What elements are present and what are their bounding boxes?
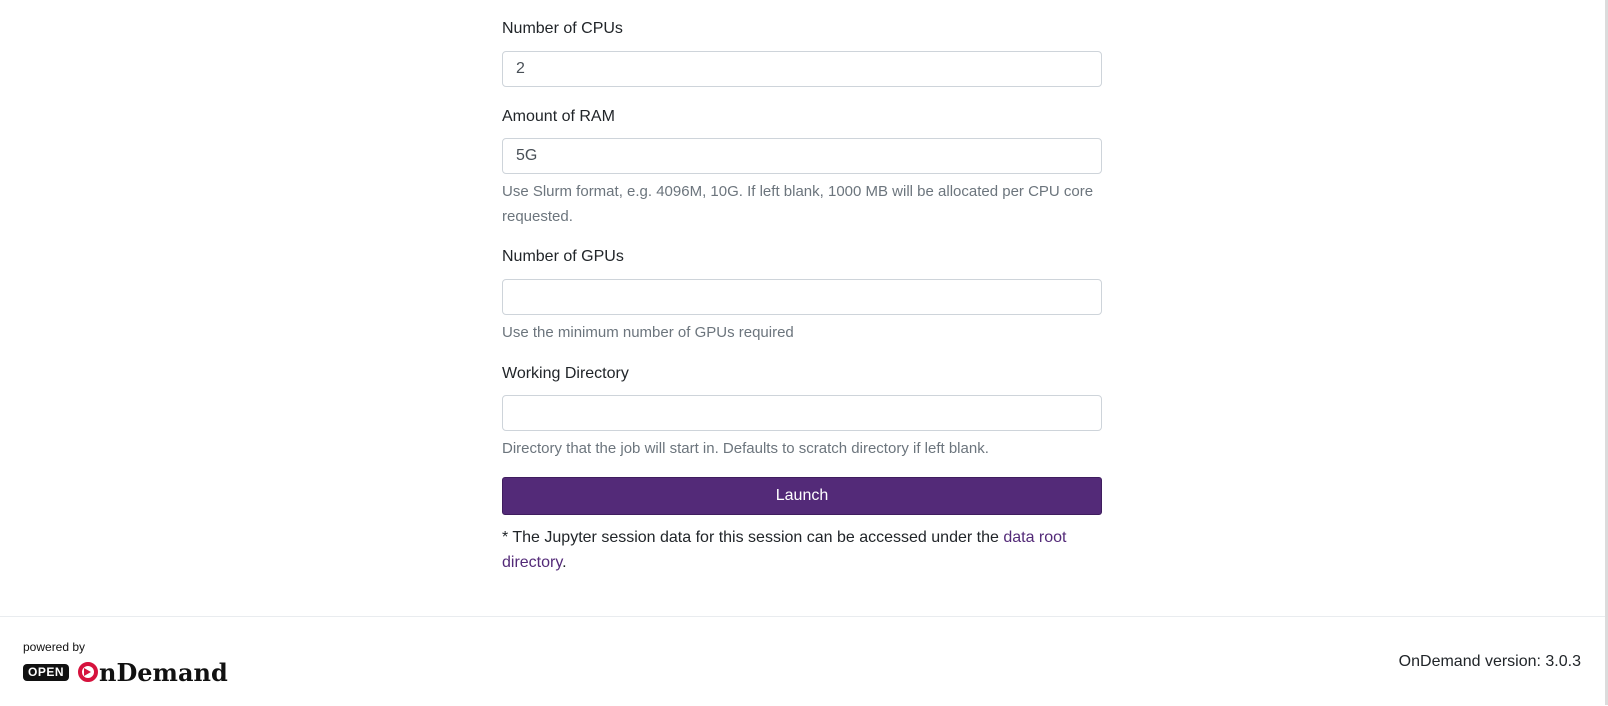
- workdir-input[interactable]: [502, 395, 1102, 431]
- logo-open-badge: OPEN: [23, 663, 70, 681]
- session-data-note: * The Jupyter session data for this sess…: [502, 525, 1102, 575]
- ram-label: Amount of RAM: [502, 108, 615, 125]
- ram-help-text: Use Slurm format, e.g. 4096M, 10G. If le…: [502, 183, 1094, 225]
- workdir-help-text: Directory that the job will start in. De…: [502, 440, 989, 457]
- ondemand-mark-icon: [78, 662, 99, 682]
- ondemand-version: OnDemand version: 3.0.3: [1398, 653, 1581, 670]
- powered-by-text: powered by: [23, 640, 86, 654]
- workdir-label: Working Directory: [502, 365, 629, 382]
- cpus-label: Number of CPUs: [502, 20, 623, 37]
- note-suffix: .: [562, 554, 567, 571]
- gpus-input[interactable]: [502, 279, 1102, 315]
- gpus-help-text: Use the minimum number of GPUs required: [502, 324, 794, 341]
- launch-button[interactable]: Launch: [502, 477, 1102, 515]
- footer: powered by OPEN nDemand OnDemand version…: [0, 616, 1608, 706]
- gpus-label: Number of GPUs: [502, 248, 624, 265]
- note-text: * The Jupyter session data for this sess…: [502, 529, 1004, 546]
- open-ondemand-logo[interactable]: OPEN nDemand: [23, 658, 228, 687]
- logo-ondemand-wordmark: nDemand: [77, 658, 228, 687]
- logo-text: nDemand: [99, 657, 228, 687]
- ram-input[interactable]: [502, 138, 1102, 174]
- cpus-input[interactable]: [502, 51, 1102, 87]
